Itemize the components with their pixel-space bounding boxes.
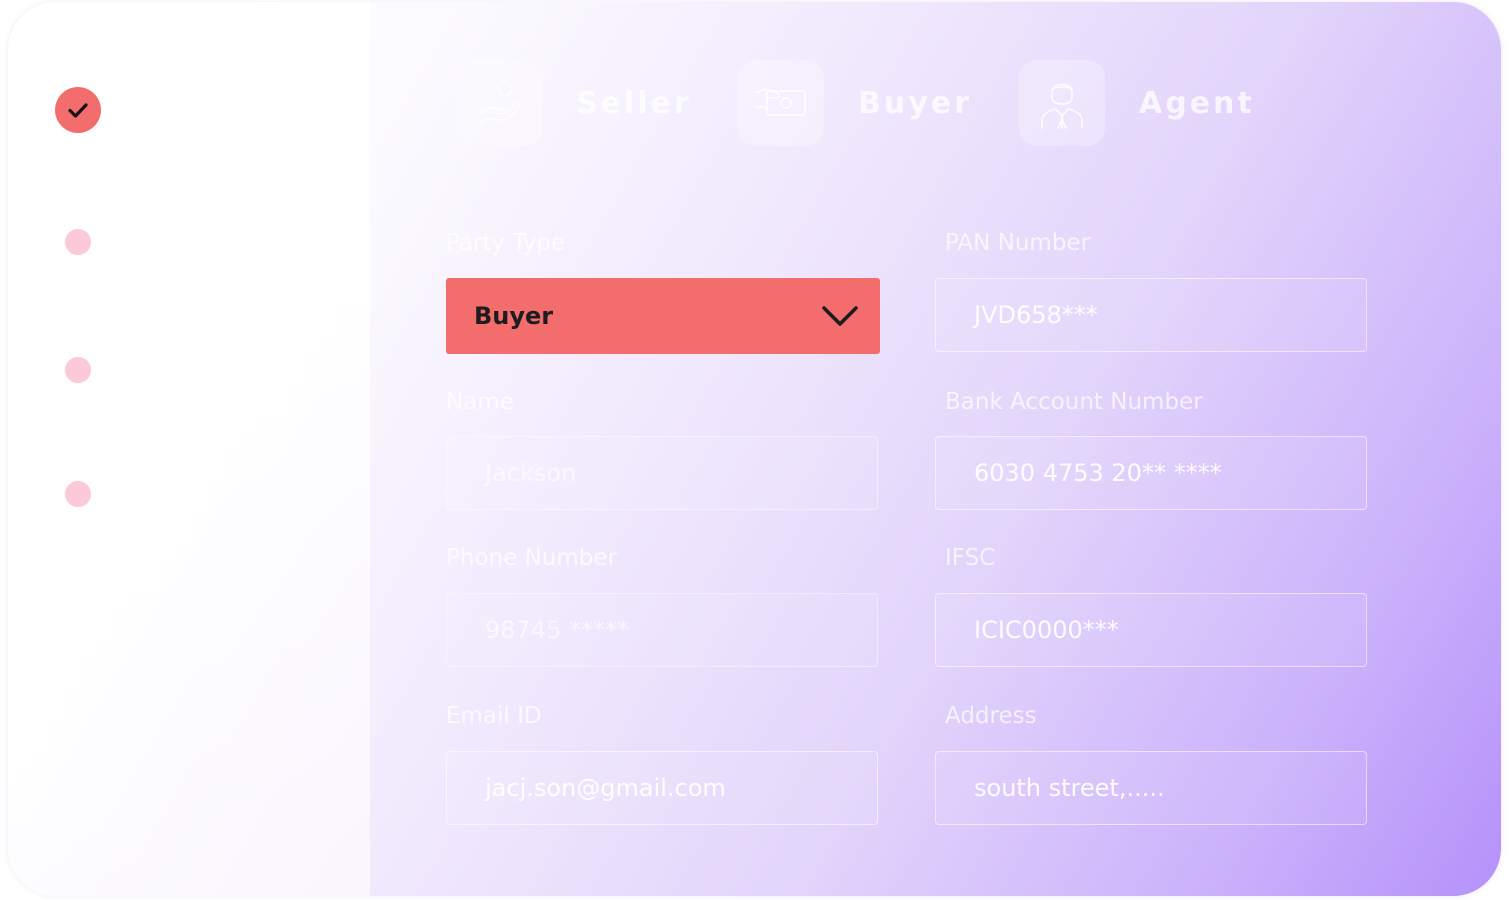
- address-label: Address: [945, 703, 1037, 729]
- step-dot-3[interactable]: [65, 357, 91, 383]
- party-type-select[interactable]: Buyer: [446, 278, 880, 354]
- bank-account-input[interactable]: 6030 4753 20** ****: [935, 436, 1367, 510]
- checkmark-icon: [68, 103, 88, 118]
- name-input[interactable]: Jackson: [446, 436, 878, 510]
- hand-giving-icon: [456, 60, 542, 146]
- pan-number-input[interactable]: JVD658***: [935, 278, 1367, 352]
- bank-account-label: Bank Account Number: [945, 389, 1203, 415]
- tab-buyer-label: Buyer: [858, 85, 972, 121]
- party-type-label: Party Type: [446, 230, 566, 256]
- agent-person-icon: [1019, 60, 1105, 146]
- pan-number-label: PAN Number: [945, 230, 1091, 256]
- email-input[interactable]: jacj.son@gmail.com: [446, 751, 878, 825]
- address-input[interactable]: south street,.....: [935, 751, 1367, 825]
- step-complete-check[interactable]: [55, 87, 101, 133]
- ifsc-label: IFSC: [945, 545, 996, 571]
- name-label: Name: [446, 389, 514, 415]
- party-type-value: Buyer: [474, 302, 554, 330]
- tab-seller-label: Seller: [576, 85, 692, 121]
- step-dot-2[interactable]: [65, 229, 91, 255]
- tab-agent-label: Agent: [1139, 85, 1255, 121]
- step-dot-4[interactable]: [65, 481, 91, 507]
- phone-number-input[interactable]: 98745 *****: [446, 593, 878, 667]
- tab-buyer[interactable]: Buyer: [738, 60, 972, 146]
- tab-agent[interactable]: Agent: [1019, 60, 1255, 146]
- tab-seller[interactable]: Seller: [456, 60, 692, 146]
- ifsc-input[interactable]: ICIC0000***: [935, 593, 1367, 667]
- money-hand-icon: [738, 60, 824, 146]
- phone-number-label: Phone Number: [446, 545, 617, 571]
- email-label: Email ID: [446, 703, 542, 729]
- steps-sidebar: [8, 2, 370, 896]
- chevron-down-icon: [822, 306, 858, 326]
- form-card: Seller Buyer Agent Party Type PAN Number…: [8, 2, 1501, 896]
